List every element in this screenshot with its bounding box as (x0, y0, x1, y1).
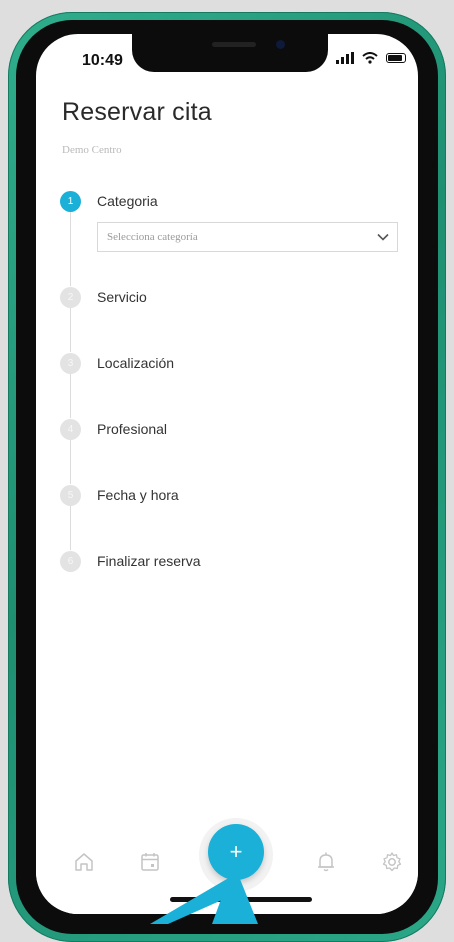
step-professional[interactable]: 4 Profesional (60, 418, 400, 484)
step-category[interactable]: 1 Categoria Selecciona categoría (60, 190, 400, 286)
step-connector (70, 506, 400, 550)
step-label: Categoria (97, 193, 158, 209)
home-icon[interactable] (72, 850, 96, 874)
step-number-badge: 6 (60, 550, 81, 572)
speaker (212, 42, 256, 47)
step-connector (70, 308, 400, 352)
step-number-badge: 5 (60, 484, 81, 506)
app-screen: 10:49 Reservar cita Demo Centro 1 Catego… (36, 34, 418, 914)
step-location[interactable]: 3 Localización (60, 352, 400, 418)
step-label: Fecha y hora (97, 487, 179, 503)
page-title: Reservar cita (62, 98, 212, 126)
category-select-placeholder: Selecciona categoría (107, 231, 198, 243)
step-service[interactable]: 2 Servicio (60, 286, 400, 352)
add-booking-button[interactable]: + (208, 824, 264, 880)
bell-icon[interactable] (314, 850, 338, 874)
step-number-badge: 4 (60, 418, 81, 440)
page-subtitle: Demo Centro (62, 144, 122, 156)
step-label: Localización (97, 355, 175, 371)
gear-icon[interactable] (380, 850, 404, 874)
step-connector (70, 374, 400, 418)
step-date-time[interactable]: 5 Fecha y hora (60, 484, 400, 550)
step-label: Servicio (97, 289, 147, 305)
category-select[interactable]: Selecciona categoría (97, 222, 398, 252)
booking-steps: 1 Categoria Selecciona categoría 2 Servi… (60, 190, 400, 572)
home-indicator (170, 897, 312, 902)
front-camera (276, 40, 285, 49)
chevron-down-icon (377, 233, 389, 241)
add-icon: + (229, 839, 243, 864)
step-finish[interactable]: 6 Finalizar reserva (60, 550, 400, 572)
step-number-badge: 1 (60, 190, 81, 212)
step-number-badge: 3 (60, 352, 81, 374)
step-label: Finalizar reserva (97, 553, 201, 569)
calendar-icon[interactable] (138, 850, 162, 874)
notch (132, 34, 328, 72)
status-time: 10:49 (82, 52, 123, 69)
battery-icon (386, 53, 406, 63)
signal-icon (336, 52, 354, 64)
step-label: Profesional (97, 421, 168, 437)
step-connector (70, 440, 400, 484)
tab-bar: + (36, 818, 418, 914)
wifi-icon (362, 52, 378, 64)
step-number-badge: 2 (60, 286, 81, 308)
status-icons (336, 52, 406, 64)
